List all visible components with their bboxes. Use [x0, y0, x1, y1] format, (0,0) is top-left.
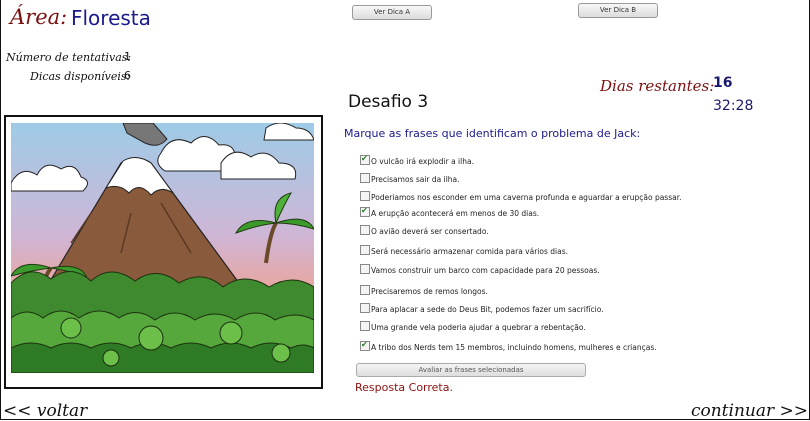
option-9-text: Para aplacar a sede do Deus Bit, podemos… [371, 305, 604, 314]
option-4-text: A erupção acontecerá em menos de 30 dias… [371, 209, 540, 218]
option-6-text: Será necessário armazenar comida para vá… [371, 247, 568, 256]
option-11-checkbox[interactable] [360, 339, 370, 351]
option-7-checkbox[interactable] [360, 264, 370, 274]
option-9-checkbox[interactable] [360, 303, 370, 313]
option-2-checkbox[interactable] [360, 173, 370, 183]
option-8-checkbox[interactable] [360, 285, 370, 295]
option-10-checkbox[interactable] [360, 321, 370, 331]
option-1-text: O vulcão irá explodir a ilha. [371, 157, 474, 166]
option-4-checkbox[interactable] [360, 205, 370, 217]
option-3[interactable]: Poderiamos nos esconder em uma caverna p… [360, 191, 682, 203]
option-5-checkbox[interactable] [360, 225, 370, 235]
back-link[interactable]: << voltar [3, 401, 87, 421]
option-11-text: A tribo dos Nerds tem 15 membros, inclui… [371, 343, 657, 352]
option-10-text: Uma grande vela poderia ajudar a quebrar… [371, 323, 586, 332]
option-6-checkbox[interactable] [360, 245, 370, 255]
option-8[interactable]: Precisaremos de remos longos. [360, 285, 488, 297]
option-7-text: Vamos construir um barco com capacidade … [371, 266, 600, 275]
evaluate-button[interactable]: Avaliar as frases selecionadas [356, 363, 586, 377]
option-9[interactable]: Para aplacar a sede do Deus Bit, podemos… [360, 303, 604, 315]
option-1-checkbox[interactable] [360, 153, 370, 165]
option-5[interactable]: O avião deverá ser consertado. [360, 225, 489, 237]
option-7[interactable]: Vamos construir um barco com capacidade … [360, 264, 600, 276]
option-1[interactable]: O vulcão irá explodir a ilha. [360, 153, 474, 167]
feedback-message: Resposta Correta. [355, 381, 453, 394]
option-2-text: Precisamos sair da ilha. [371, 175, 460, 184]
option-3-text: Poderiamos nos esconder em uma caverna p… [371, 193, 682, 202]
option-6[interactable]: Será necessário armazenar comida para vá… [360, 245, 568, 257]
options-list: O vulcão irá explodir a ilha. Precisamos… [0, 0, 810, 421]
option-10[interactable]: Uma grande vela poderia ajudar a quebrar… [360, 321, 586, 333]
continue-link[interactable]: continuar >> [691, 401, 808, 421]
option-5-text: O avião deverá ser consertado. [371, 227, 489, 236]
bottom-divider [0, 419, 810, 420]
option-2[interactable]: Precisamos sair da ilha. [360, 173, 460, 185]
option-3-checkbox[interactable] [360, 191, 370, 201]
option-4[interactable]: A erupção acontecerá em menos de 30 dias… [360, 205, 540, 219]
option-8-text: Precisaremos de remos longos. [371, 287, 488, 296]
option-11[interactable]: A tribo dos Nerds tem 15 membros, inclui… [360, 339, 657, 353]
